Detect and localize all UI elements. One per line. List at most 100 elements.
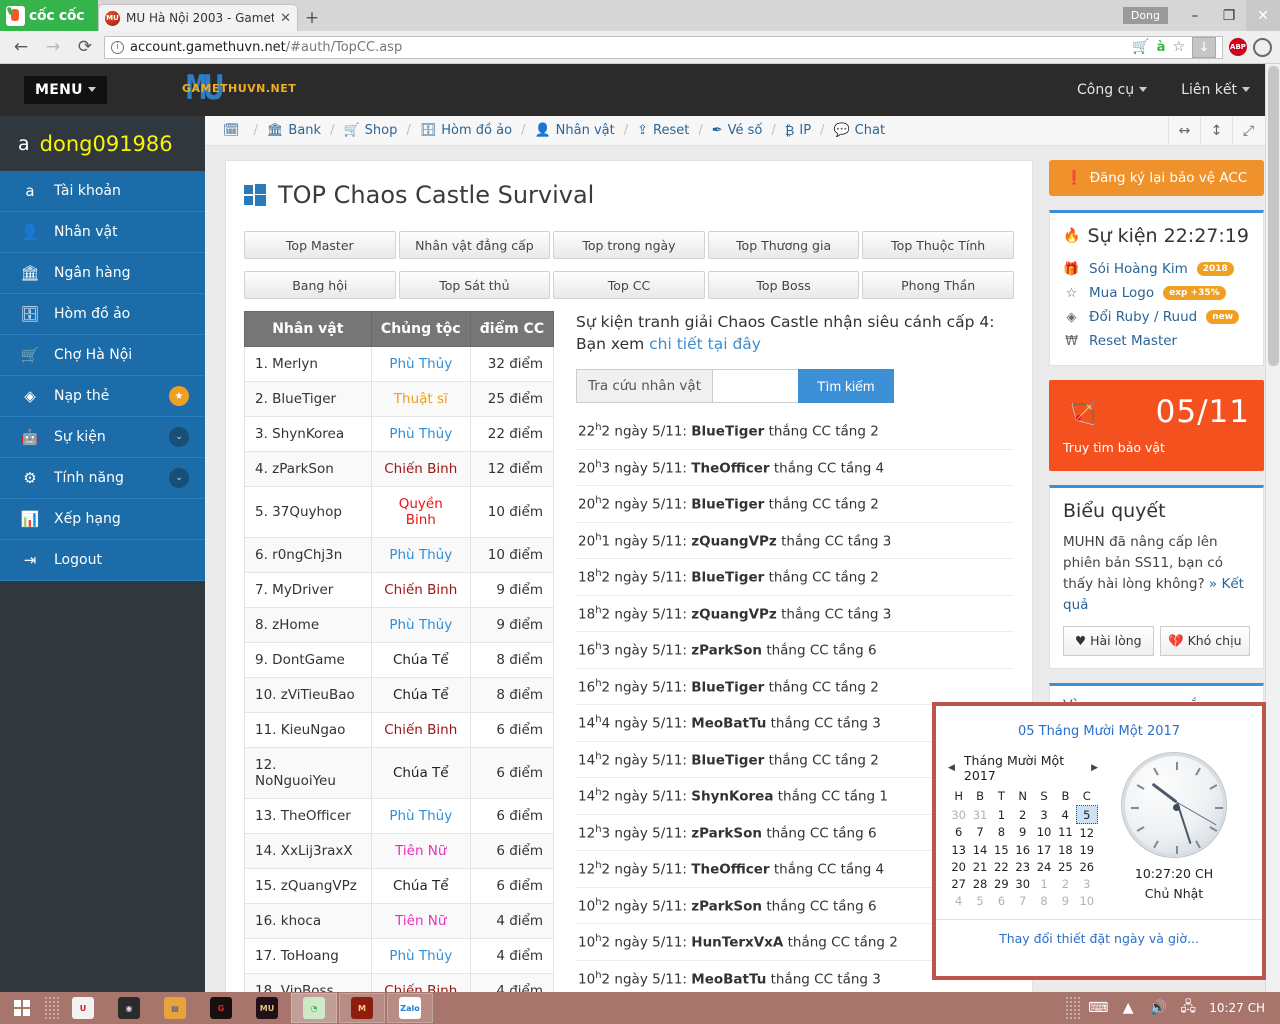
taskbar-window-zalo[interactable]: Zalo [387,993,433,1023]
scrollbar-thumb[interactable] [1268,66,1279,366]
taskbar-app-unikey[interactable]: U [60,992,106,1024]
calendar-month-label[interactable]: Tháng Mười Một 2017 [964,753,1082,783]
tab-main.tabs_row2-3[interactable]: Top Boss [708,271,860,299]
tab-main.tabs_row2-0[interactable]: Bang hội [244,271,396,299]
profile-avatar[interactable] [1253,38,1272,57]
calendar-day[interactable]: 3 [1033,806,1054,824]
address-bar[interactable]: i account.gamethuvn.net/#auth/TopCC.asp … [104,36,1223,59]
start-button[interactable] [0,992,44,1024]
calendar-day[interactable]: 28 [969,875,990,892]
table-row[interactable]: 9. DontGame Chúa Tể 8 điểm [245,643,554,678]
sidebar-item-3[interactable]: 🗄 Hòm đồ ảo [0,294,205,335]
event-row[interactable]: ☆ Mua Logo exp +35% [1063,281,1250,305]
nav-tools[interactable]: Công cụ [1077,82,1147,98]
page-scrollbar[interactable] [1265,64,1280,992]
calendar-day[interactable]: 29 [991,875,1012,892]
sidebar-item-5[interactable]: ◈ Nạp thẻ★ [0,376,205,417]
forward-icon[interactable]: → [40,34,66,60]
calendar-day[interactable]: 21 [969,858,990,875]
next-month-icon[interactable]: ▶ [1091,763,1098,773]
tab-main.tabs_row1-3[interactable]: Top Thương gia [708,231,860,259]
calendar-day[interactable]: 4 [1055,806,1076,824]
table-row[interactable]: 6. r0ngChj3n Phù Thủy 10 điểm [245,538,554,573]
calendar-day[interactable]: 7 [969,824,990,842]
nav-links[interactable]: Liên kết [1181,82,1250,98]
vote-yes-button[interactable]: ♥ Hài lòng [1063,626,1154,656]
sidebar-item-8[interactable]: 📊 Xếp hạng [0,499,205,540]
calendar-day[interactable]: 11 [1055,824,1076,842]
bookmark-star-icon[interactable]: ☆ [1172,39,1185,55]
cart-icon[interactable]: 🛒 [1132,39,1149,55]
taskbar-window-coc-coc[interactable]: ◔ [291,993,337,1023]
event-row[interactable]: 🎁 Sói Hoàng Kim 2018 [1063,257,1250,281]
site-info-icon[interactable]: i [111,41,124,54]
calendar-day[interactable]: 24 [1033,858,1054,875]
calendar-day[interactable]: 9 [1012,824,1033,842]
calendar-day[interactable]: 8 [1033,892,1054,909]
taskbar-app-garena[interactable]: G [198,992,244,1024]
table-row[interactable]: 2. BlueTiger Thuật sĩ 25 điểm [245,382,554,417]
breadcrumb-item-2[interactable]: 🛒Shop [343,123,397,138]
table-row[interactable]: 4. zParkSon Chiến Binh 12 điểm [245,452,554,487]
vote-no-button[interactable]: 💔 Khó chịu [1160,626,1251,656]
calendar-day[interactable]: 30 [948,806,969,824]
table-row[interactable]: 8. zHome Phù Thủy 9 điểm [245,608,554,643]
calendar-day[interactable]: 14 [969,841,990,858]
calendar-day[interactable]: 6 [948,824,969,842]
calendar-day[interactable]: 30 [1012,875,1033,892]
event-row[interactable]: ₩ Reset Master [1063,329,1250,353]
breadcrumb-item-1[interactable]: 🏛Bank [267,123,321,138]
sidebar-item-9[interactable]: ⇥ Logout [0,540,205,581]
news-detail-link[interactable]: chi tiết tại đây [649,335,761,353]
search-button[interactable]: Tìm kiếm [798,369,894,403]
sidebar-item-1[interactable]: 👤 Nhân vật [0,212,205,253]
datetime-settings-link[interactable]: Thay đổi thiết đặt ngày và giờ... [936,919,1262,957]
calendar-day[interactable]: 23 [1012,858,1033,875]
table-row[interactable]: 14. XxLij3raxX Tiên Nữ 6 điểm [245,834,554,869]
sidebar-item-4[interactable]: 🛒 Chợ Hà Nội [0,335,205,376]
calendar-day[interactable]: 4 [948,892,969,909]
adblock-icon[interactable]: ABP [1229,38,1247,56]
table-row[interactable]: 16. khoca Tiên Nữ 4 điểm [245,904,554,939]
calendar-day[interactable]: 25 [1055,858,1076,875]
breadcrumb-item-3[interactable]: 🗄Hòm đồ ảo [420,123,512,138]
table-row[interactable]: 11. KieuNgao Chiến Binh 6 điểm [245,713,554,748]
calendar-day[interactable]: 8 [991,824,1012,842]
breadcrumb-item-7[interactable]: ₿IP [785,123,811,139]
show-hidden-icon[interactable]: ▲ [1113,992,1143,1024]
taskbar-window-mu-hanoi[interactable]: M [339,993,385,1023]
calendar-day[interactable]: 16 [1012,841,1033,858]
calendar-day[interactable]: 5 [1076,806,1097,824]
network-icon[interactable]: 🖧 [1173,992,1203,1024]
table-row[interactable]: 18. VipBoss Chiến Binh 4 điểm [245,974,554,993]
search-input[interactable] [712,369,798,403]
calendar-day[interactable]: 7 [1012,892,1033,909]
calendar-day[interactable]: 15 [991,841,1012,858]
taskbar-grip[interactable] [44,996,60,1020]
keyboard-icon[interactable]: ⌨ [1083,992,1113,1024]
tab-main.tabs_row1-1[interactable]: Nhân vật đẳng cấp [399,231,551,259]
table-row[interactable]: 3. ShynKorea Phù Thủy 22 điểm [245,417,554,452]
calendar-day[interactable]: 2 [1012,806,1033,824]
breadcrumb-item-0[interactable]: 🗓 [223,123,245,138]
sidebar-item-6[interactable]: 🤖 Sự kiện⌄ [0,417,205,458]
calendar-day[interactable]: 6 [991,892,1012,909]
calendar-day[interactable]: 10 [1033,824,1054,842]
calendar-day[interactable]: 27 [948,875,969,892]
close-window-button[interactable]: ✕ [1246,0,1280,31]
tab-main.tabs_row1-2[interactable]: Top trong ngày [553,231,705,259]
height-toggle-icon[interactable]: ↕ [1200,116,1232,146]
prev-month-icon[interactable]: ◀ [948,763,955,773]
promo-box[interactable]: 🏹 05/11 Truy tìm bảo vật [1049,380,1264,471]
download-icon[interactable]: ↓ [1192,37,1216,58]
back-icon[interactable]: ← [8,34,34,60]
table-row[interactable]: 15. zQuangVPz Chúa Tể 6 điểm [245,869,554,904]
calendar-day[interactable]: 5 [969,892,990,909]
calendar-day[interactable]: 19 [1076,841,1097,858]
taskbar-clock[interactable]: 10:27 CH [1205,1001,1272,1015]
table-row[interactable]: 5. 37Quyhop Quyền Binh 10 điểm [245,487,554,538]
calendar-day[interactable]: 13 [948,841,969,858]
calendar-day[interactable]: 31 [969,806,990,824]
fullscreen-icon[interactable]: ⤢ [1232,116,1264,146]
window-user-label[interactable]: Dong [1123,7,1168,24]
